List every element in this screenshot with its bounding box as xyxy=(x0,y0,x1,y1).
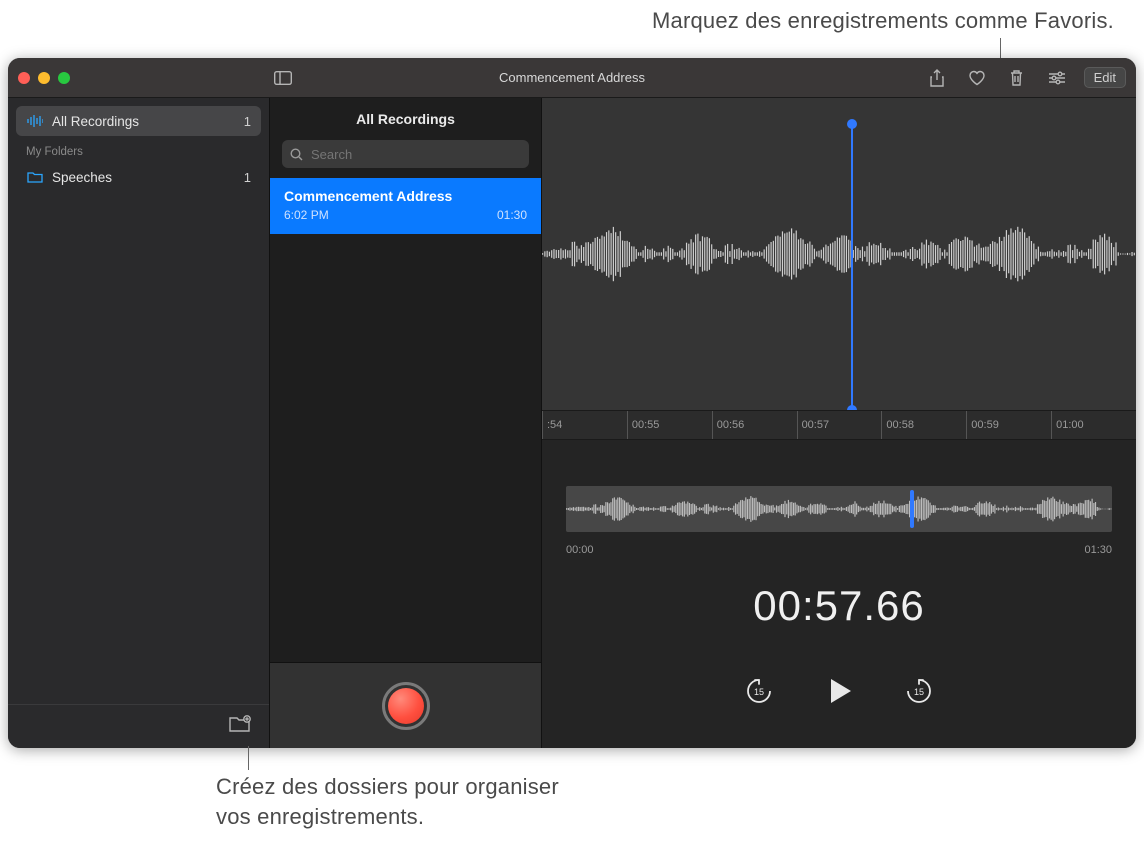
search-icon xyxy=(290,148,303,161)
toggle-sidebar-button[interactable] xyxy=(270,65,296,91)
voice-memos-window: Commencement Address xyxy=(8,58,1136,748)
sidebar: All Recordings 1 My Folders Speeches 1 xyxy=(8,98,270,748)
minimize-window-button[interactable] xyxy=(38,72,50,84)
waveform-main[interactable] xyxy=(542,98,1136,410)
recording-title: Commencement Address xyxy=(284,188,527,204)
recording-item[interactable]: Commencement Address 6:02 PM 01:30 xyxy=(270,178,541,234)
overview-end-time: 01:30 xyxy=(1084,544,1112,556)
settings-sliders-button[interactable] xyxy=(1044,65,1070,91)
sidebar-item-label: All Recordings xyxy=(52,114,139,129)
ruler-tick: 01:00 xyxy=(1051,411,1084,439)
new-folder-button[interactable] xyxy=(229,715,251,738)
skip-forward-button[interactable]: 15 xyxy=(904,676,934,706)
ruler-tick: 00:55 xyxy=(627,411,660,439)
ruler-tick: 00:57 xyxy=(797,411,830,439)
current-time-display: 00:57.66 xyxy=(542,582,1136,630)
edit-button[interactable]: Edit xyxy=(1084,67,1126,88)
annotation-favorite-line xyxy=(1000,38,1001,60)
ruler-tick: :54 xyxy=(542,411,562,439)
search-input[interactable] xyxy=(309,146,521,163)
annotation-folders: Créez des dossiers pour organiser vos en… xyxy=(216,772,559,831)
search-field[interactable] xyxy=(282,140,529,168)
ruler-tick: 00:59 xyxy=(966,411,999,439)
annotation-folders-line2: vos enregistrements. xyxy=(216,802,559,832)
sidebar-item-folder[interactable]: Speeches 1 xyxy=(16,162,261,192)
record-bar xyxy=(270,662,541,748)
overview-start-time: 00:00 xyxy=(566,544,594,556)
ruler-tick: 00:58 xyxy=(881,411,914,439)
record-button[interactable] xyxy=(382,682,430,730)
folder-icon xyxy=(26,171,44,183)
favorite-button[interactable] xyxy=(964,65,990,91)
transport-controls: 15 15 xyxy=(542,674,1136,708)
ruler-tick: 00:56 xyxy=(712,411,745,439)
waveform-icon xyxy=(26,115,44,127)
player-panel: :5400:5500:5600:5700:5800:5901:000 00:00… xyxy=(542,98,1136,748)
zoom-window-button[interactable] xyxy=(58,72,70,84)
window-controls xyxy=(18,72,70,84)
close-window-button[interactable] xyxy=(18,72,30,84)
playhead[interactable] xyxy=(851,124,853,410)
timeline-ruler[interactable]: :5400:5500:5600:5700:5800:5901:000 xyxy=(542,410,1136,440)
delete-button[interactable] xyxy=(1004,65,1030,91)
sidebar-section-header: My Folders xyxy=(16,136,261,162)
recording-list-header: All Recordings xyxy=(270,98,541,140)
recording-duration: 01:30 xyxy=(497,208,527,222)
annotation-favorite: Marquez des enregistrements comme Favori… xyxy=(394,6,1114,36)
sidebar-item-count: 1 xyxy=(244,170,251,185)
share-button[interactable] xyxy=(924,65,950,91)
sidebar-item-count: 1 xyxy=(244,114,251,129)
play-button[interactable] xyxy=(822,674,856,708)
skip-back-button[interactable]: 15 xyxy=(744,676,774,706)
sidebar-item-all-recordings[interactable]: All Recordings 1 xyxy=(16,106,261,136)
svg-text:15: 15 xyxy=(914,687,924,697)
record-dot-icon xyxy=(388,688,424,724)
recording-time: 6:02 PM xyxy=(284,208,329,222)
titlebar: Commencement Address xyxy=(8,58,1136,98)
annotation-folders-line xyxy=(248,746,249,770)
overview-playhead[interactable] xyxy=(910,490,914,528)
sidebar-item-label: Speeches xyxy=(52,170,112,185)
svg-text:15: 15 xyxy=(754,687,764,697)
annotation-folders-line1: Créez des dossiers pour organiser xyxy=(216,772,559,802)
window-title: Commencement Address xyxy=(499,70,645,85)
recording-list: All Recordings Commencement Address 6:02… xyxy=(270,98,542,748)
waveform-overview[interactable] xyxy=(566,486,1112,532)
